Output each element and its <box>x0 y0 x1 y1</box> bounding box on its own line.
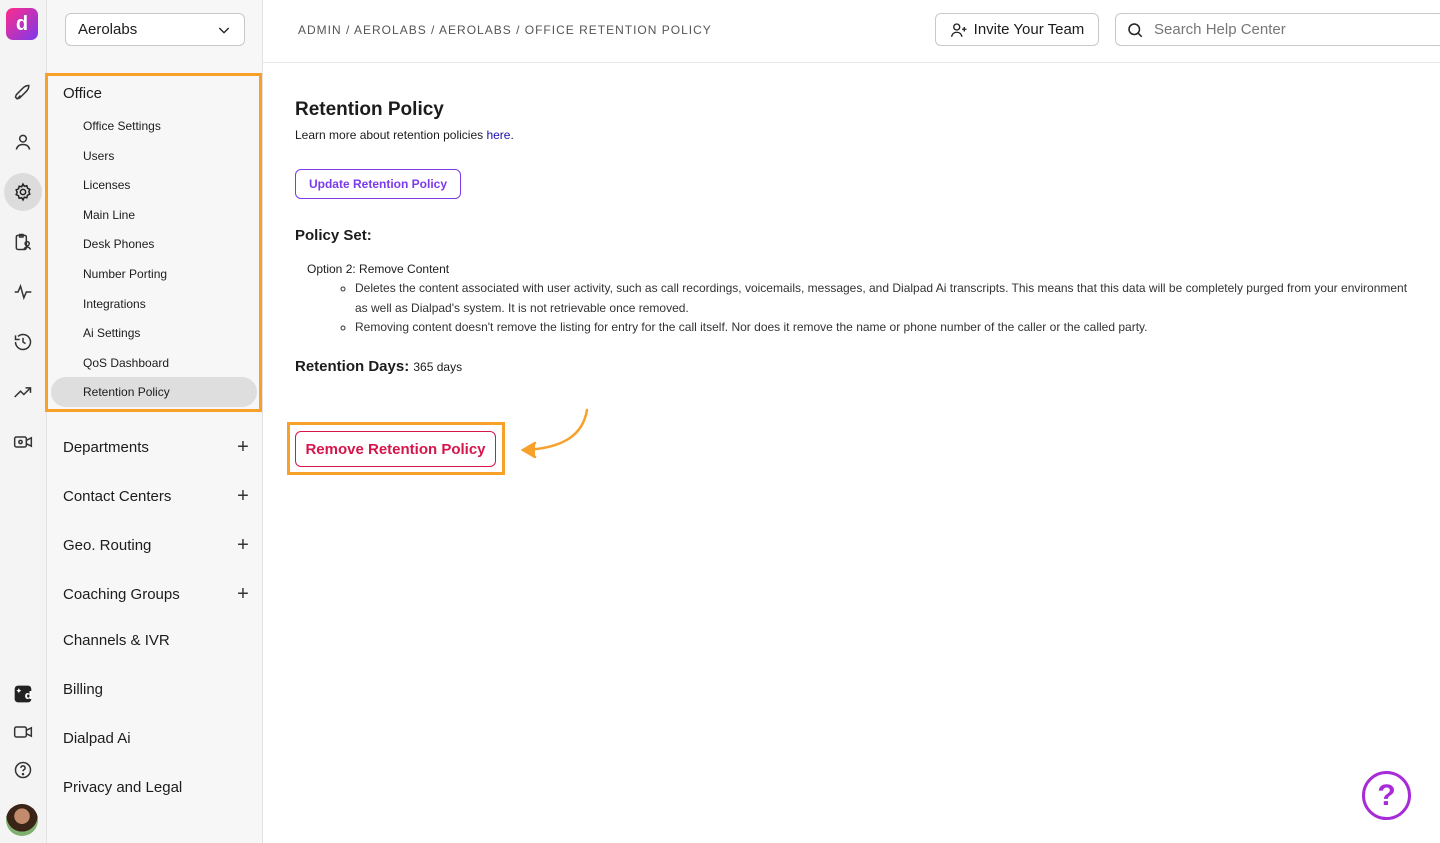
policy-set-heading: Policy Set: <box>295 227 372 244</box>
activity-icon[interactable] <box>8 277 38 307</box>
help-search-input[interactable]: Search Help Center <box>1115 13 1440 46</box>
sidebar-item-qos-dashboard[interactable]: QoS Dashboard <box>83 356 169 370</box>
sidebar-item-ai-settings[interactable]: Ai Settings <box>83 326 140 340</box>
sidebar-item-retention-policy[interactable]: Retention Policy <box>83 385 170 399</box>
sidebar-section-channels-ivr[interactable]: Channels & IVR <box>63 632 253 649</box>
sidebar-item-users[interactable]: Users <box>83 149 114 163</box>
plus-icon[interactable]: + <box>233 436 253 459</box>
plus-icon[interactable]: + <box>233 485 253 508</box>
chevron-down-icon <box>218 27 230 34</box>
page-title: Retention Policy <box>295 99 444 120</box>
user-avatar[interactable] <box>6 804 38 836</box>
callout-arrow-icon <box>520 408 589 459</box>
help-icon[interactable] <box>8 755 38 785</box>
dialpad-logo[interactable]: d <box>6 8 38 40</box>
invite-team-button[interactable]: Invite Your Team <box>935 13 1099 46</box>
policy-option-label: Option 2: Remove Content <box>307 262 450 276</box>
sidebar-item-desk-phones[interactable]: Desk Phones <box>83 237 154 251</box>
dialpad-ai-icon[interactable]: d <box>8 679 38 709</box>
history-icon[interactable] <box>8 327 38 357</box>
settings-sidebar: Aerolabs Office Office Settings Users Li… <box>45 0 263 843</box>
add-user-icon <box>950 22 967 37</box>
org-select-label: Aerolabs <box>78 21 138 38</box>
breadcrumb: ADMIN / AEROLABS / AEROLABS / OFFICE RET… <box>298 23 712 37</box>
top-bar: ADMIN / AEROLABS / AEROLABS / OFFICE RET… <box>263 0 1440 63</box>
sidebar-item-office-settings[interactable]: Office Settings <box>83 119 161 133</box>
learn-more-link[interactable]: here <box>486 128 510 142</box>
update-retention-policy-button[interactable]: Update Retention Policy <box>295 169 461 199</box>
policy-description-list: Deletes the content associated with user… <box>339 279 1409 338</box>
sidebar-item-main-line[interactable]: Main Line <box>83 208 135 222</box>
learn-more-text: Learn more about retention policies here… <box>295 128 514 142</box>
sidebar-section-privacy-legal[interactable]: Privacy and Legal <box>63 779 253 796</box>
sidebar-section-coaching-groups[interactable]: Coaching Groups + <box>63 583 253 606</box>
video-settings-icon[interactable] <box>8 427 38 457</box>
svg-text:d: d <box>25 689 33 702</box>
sidebar-section-departments[interactable]: Departments + <box>63 436 253 459</box>
invite-team-label: Invite Your Team <box>973 21 1085 38</box>
sidebar-section-geo-routing[interactable]: Geo. Routing + <box>63 534 253 557</box>
sidebar-item-integrations[interactable]: Integrations <box>83 297 146 311</box>
plus-icon[interactable]: + <box>233 583 253 606</box>
sidebar-section-billing[interactable]: Billing <box>63 681 253 698</box>
gear-icon[interactable] <box>4 173 42 211</box>
sidebar-item-licenses[interactable]: Licenses <box>83 178 130 192</box>
sidebar-section-office[interactable]: Office <box>63 85 102 102</box>
app-rail: d d <box>0 0 47 843</box>
list-item: Deletes the content associated with user… <box>355 279 1409 318</box>
help-fab-button[interactable]: ? <box>1362 771 1411 820</box>
retention-days-label: Retention Days: <box>295 358 410 375</box>
video-icon[interactable] <box>8 717 38 747</box>
trending-icon[interactable] <box>8 377 38 407</box>
search-placeholder: Search Help Center <box>1154 21 1286 38</box>
search-icon <box>1128 22 1143 37</box>
remove-retention-policy-button[interactable]: Remove Retention Policy <box>295 431 496 467</box>
person-icon[interactable] <box>8 127 38 157</box>
sidebar-item-number-porting[interactable]: Number Porting <box>83 267 167 281</box>
sidebar-section-contact-centers[interactable]: Contact Centers + <box>63 485 253 508</box>
retention-days: Retention Days: 365 days <box>295 358 462 375</box>
retention-days-value: 365 days <box>413 360 463 374</box>
clipboard-user-icon[interactable] <box>8 227 38 257</box>
plus-icon[interactable]: + <box>233 534 253 557</box>
rocket-icon[interactable] <box>8 78 38 108</box>
list-item: Removing content doesn't remove the list… <box>355 318 1409 338</box>
org-select[interactable]: Aerolabs <box>65 13 245 46</box>
sidebar-section-dialpad-ai[interactable]: Dialpad Ai <box>63 730 253 747</box>
